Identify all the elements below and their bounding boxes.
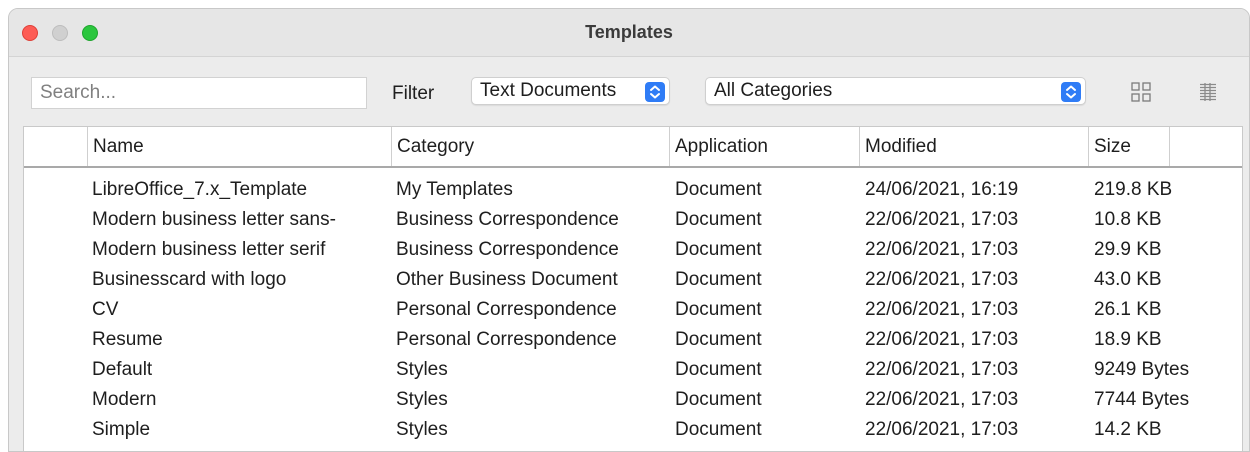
cell-application: Document — [675, 209, 762, 230]
cell-name: Modern — [92, 389, 157, 410]
list-view-icon[interactable] — [1197, 81, 1219, 103]
cell-name: Resume — [92, 329, 163, 350]
cell-application: Document — [675, 179, 762, 200]
cell-category: Personal Correspondence — [396, 299, 617, 320]
cell-name: Businesscard with logo — [92, 269, 287, 290]
column-header-name[interactable]: Name — [87, 127, 391, 166]
cell-name: Modern business letter sans- — [92, 209, 336, 230]
window-title: Templates — [585, 22, 673, 42]
table-row[interactable]: Modern business letter sans- Business Co… — [24, 206, 1242, 236]
cell-size: 7744 Bytes — [1094, 389, 1190, 410]
cell-modified: 22/06/2021, 17:03 — [865, 419, 1019, 440]
cell-category: Styles — [396, 419, 448, 440]
document-type-value: Text Documents — [480, 80, 617, 101]
cell-name: Modern business letter serif — [92, 239, 326, 260]
table-row[interactable]: Default Styles Document 22/06/2021, 17:0… — [24, 356, 1242, 386]
cell-application: Document — [675, 329, 762, 350]
category-select[interactable]: All Categories — [705, 77, 1086, 105]
cell-category: Business Correspondence — [396, 209, 619, 230]
cell-application: Document — [675, 239, 762, 260]
table-row[interactable]: Simple Styles Document 22/06/2021, 17:03… — [24, 416, 1242, 446]
cell-category: Personal Correspondence — [396, 329, 617, 350]
cell-name: Simple — [92, 419, 151, 440]
cell-size: 10.8 KB — [1094, 209, 1162, 230]
cell-name: Default — [92, 359, 153, 380]
stepper-icon — [1061, 82, 1081, 102]
document-type-select[interactable]: Text Documents — [471, 77, 670, 105]
templates-dialog: Templates Filter Text Documents All Cate… — [8, 8, 1250, 452]
table-row[interactable]: Businesscard with logo Other Business Do… — [24, 266, 1242, 296]
table-body: LibreOffice_7.x_Template My Templates Do… — [24, 176, 1242, 446]
cell-size: 219.8 KB — [1094, 179, 1173, 200]
cell-size: 43.0 KB — [1094, 269, 1162, 290]
cell-modified: 22/06/2021, 17:03 — [865, 329, 1019, 350]
column-header-blank — [24, 127, 87, 166]
column-header-modified[interactable]: Modified — [859, 127, 1088, 166]
column-header-size[interactable]: Size — [1088, 127, 1170, 166]
cell-modified: 22/06/2021, 17:03 — [865, 389, 1019, 410]
cell-category: Business Correspondence — [396, 239, 619, 260]
cell-modified: 22/06/2021, 17:03 — [865, 239, 1019, 260]
cell-category: My Templates — [396, 179, 513, 200]
cell-category: Styles — [396, 389, 448, 410]
cell-modified: 22/06/2021, 17:03 — [865, 269, 1019, 290]
cell-application: Document — [675, 359, 762, 380]
cell-size: 26.1 KB — [1094, 299, 1162, 320]
cell-application: Document — [675, 419, 762, 440]
column-header-application[interactable]: Application — [669, 127, 859, 166]
table-row[interactable]: Resume Personal Correspondence Document … — [24, 326, 1242, 356]
table-row[interactable]: Modern Styles Document 22/06/2021, 17:03… — [24, 386, 1242, 416]
title-bar: Templates — [9, 9, 1249, 57]
cell-application: Document — [675, 389, 762, 410]
cell-category: Other Business Document — [396, 269, 618, 290]
cell-modified: 22/06/2021, 17:03 — [865, 299, 1019, 320]
cell-name: CV — [92, 299, 119, 320]
table-row[interactable]: LibreOffice_7.x_Template My Templates Do… — [24, 176, 1242, 206]
cell-size: 9249 Bytes — [1094, 359, 1190, 380]
table-header: Name Category Application Modified Size — [24, 127, 1242, 168]
table-row[interactable]: CV Personal Correspondence Document 22/0… — [24, 296, 1242, 326]
cell-size: 18.9 KB — [1094, 329, 1162, 350]
cell-modified: 24/06/2021, 16:19 — [865, 179, 1019, 200]
table-row[interactable]: Modern business letter serif Business Co… — [24, 236, 1242, 266]
column-header-category[interactable]: Category — [391, 127, 669, 166]
cell-application: Document — [675, 269, 762, 290]
filter-label: Filter — [392, 83, 435, 104]
search-input[interactable] — [31, 77, 367, 109]
category-value: All Categories — [714, 80, 833, 101]
cell-name: LibreOffice_7.x_Template — [92, 179, 308, 200]
templates-table: Name Category Application Modified Size … — [23, 126, 1243, 451]
cell-category: Styles — [396, 359, 448, 380]
stepper-icon — [645, 82, 665, 102]
cell-modified: 22/06/2021, 17:03 — [865, 209, 1019, 230]
cell-application: Document — [675, 299, 762, 320]
thumbnail-view-icon[interactable] — [1130, 81, 1152, 103]
cell-size: 29.9 KB — [1094, 239, 1162, 260]
cell-size: 14.2 KB — [1094, 419, 1162, 440]
cell-modified: 22/06/2021, 17:03 — [865, 359, 1019, 380]
